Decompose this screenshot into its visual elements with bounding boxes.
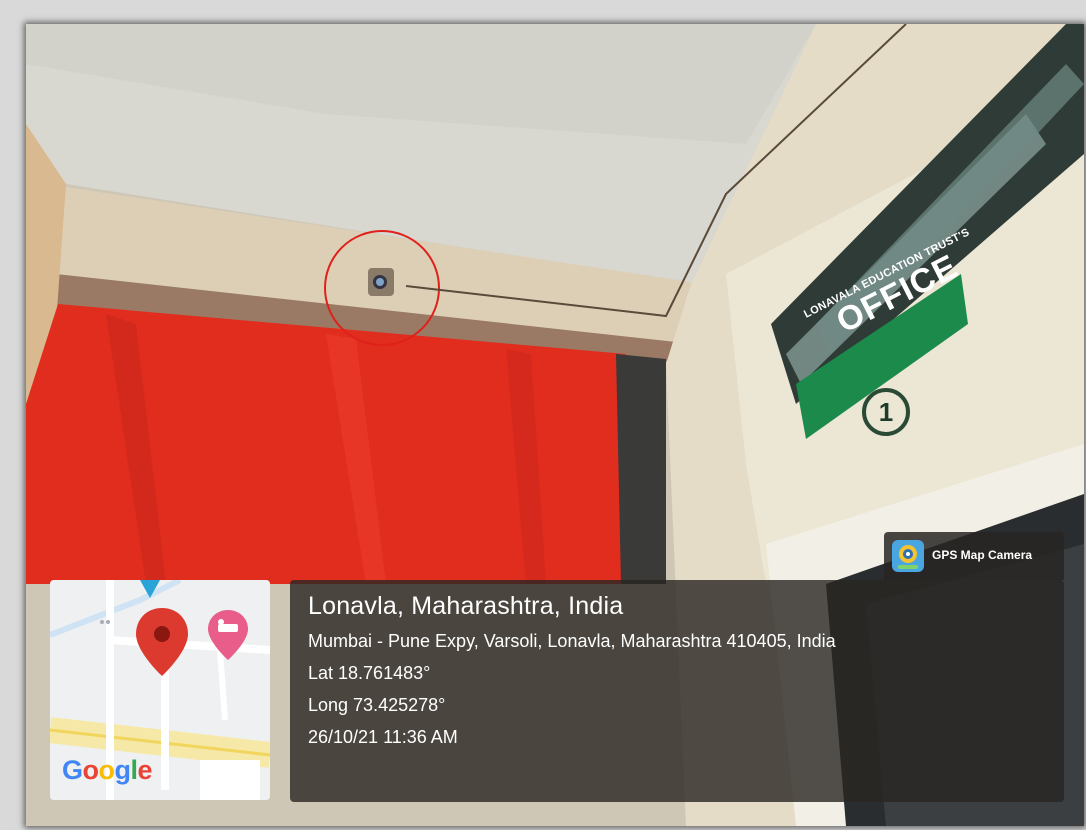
location-title: Lonavla, Maharashtra, India xyxy=(308,592,624,620)
latitude: Lat 18.761483° xyxy=(308,663,431,683)
map-thumbnail: Google xyxy=(50,580,270,800)
room-number-sign: 1 xyxy=(862,388,910,436)
date-time: 26/10/21 11:36 AM xyxy=(308,727,458,747)
gps-map-camera-label: GPS Map Camera xyxy=(932,548,1033,562)
photo-frame: LONAVALA EDUCATION TRUST'S OFFICE 1 GPS … xyxy=(26,24,1084,826)
longitude: Long 73.425278° xyxy=(308,695,446,715)
gps-map-camera-badge: GPS Map Camera xyxy=(884,532,1064,580)
gps-map-camera-icon xyxy=(892,540,924,572)
location-info: Lonavla, Maharashtra, India Mumbai - Pun… xyxy=(308,590,836,759)
google-logo: Google xyxy=(62,755,153,785)
location-address: Mumbai - Pune Expy, Varsoli, Lonavla, Ma… xyxy=(308,631,836,651)
